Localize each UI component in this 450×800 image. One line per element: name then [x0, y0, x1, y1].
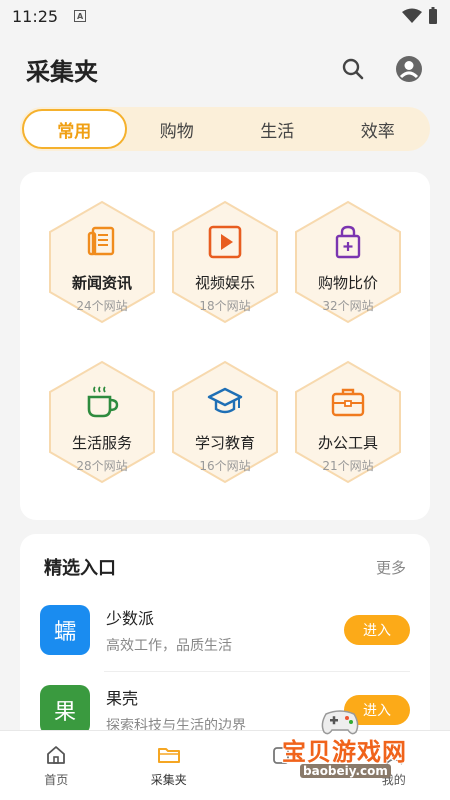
- nav-label: 首页: [44, 773, 69, 787]
- shopping-bag-icon: [335, 225, 361, 259]
- category-life[interactable]: 生活服务 28个网站: [48, 360, 156, 484]
- wifi-icon: [402, 8, 422, 23]
- nav-label: 采集夹: [150, 773, 187, 787]
- page-title: 采集夹: [26, 57, 98, 86]
- site-text: 少数派 高效工作，品质生活: [106, 605, 232, 655]
- search-icon[interactable]: [338, 54, 368, 84]
- status-bar: 11:25 A: [0, 0, 450, 32]
- notification-icon: A: [74, 10, 87, 22]
- folder-icon: [157, 748, 180, 763]
- category-tabs: 常用 购物 生活 效率: [20, 107, 430, 151]
- status-right: [402, 7, 438, 25]
- nav-collection[interactable]: 采集夹: [113, 731, 226, 800]
- divider: [104, 671, 410, 672]
- category-shopping[interactable]: 购物比价 32个网站: [294, 200, 402, 324]
- home-icon: [47, 746, 66, 764]
- category-video[interactable]: 视频娱乐 18个网站: [171, 200, 279, 324]
- more-link[interactable]: 更多: [376, 557, 406, 578]
- category-count: 28个网站: [76, 459, 128, 473]
- category-count: 18个网站: [199, 299, 251, 313]
- featured-title: 精选入口: [44, 558, 116, 579]
- featured-header: 精选入口 更多: [44, 554, 406, 580]
- briefcase-icon: [331, 388, 365, 417]
- enter-button[interactable]: 进入: [344, 615, 410, 645]
- category-name: 购物比价: [317, 274, 378, 292]
- tab-shenghuo[interactable]: 生活: [227, 109, 328, 149]
- site-desc: 高效工作，品质生活: [106, 638, 232, 654]
- category-count: 24个网站: [76, 299, 128, 313]
- category-name: 办公工具: [317, 434, 378, 452]
- category-grid-card: 新闻资讯 24个网站 视频娱乐 18个网站 购物比价 32个网站 生活服务 28…: [20, 172, 430, 520]
- watermark: 宝贝游戏网 baobeiy.com: [270, 704, 430, 784]
- tab-xiaolv[interactable]: 效率: [328, 109, 429, 149]
- graduation-cap-icon: [207, 387, 243, 414]
- site-name: 果壳: [106, 689, 139, 708]
- category-count: 32个网站: [322, 299, 374, 313]
- category-count: 21个网站: [322, 459, 374, 473]
- site-text: 果壳 探索科技与生活的边界: [106, 685, 246, 735]
- watermark-url: baobeiy.com: [300, 764, 391, 778]
- category-news[interactable]: 新闻资讯 24个网站: [48, 200, 156, 324]
- category-name: 视频娱乐: [194, 274, 255, 292]
- tab-gouwu[interactable]: 购物: [127, 109, 228, 149]
- category-name: 新闻资讯: [71, 274, 132, 292]
- watermark-text: 宝贝游戏网: [282, 738, 407, 766]
- play-video-icon: [208, 225, 242, 259]
- battery-icon: [429, 7, 437, 24]
- site-name: 少数派: [106, 609, 155, 628]
- status-time: 11:25: [12, 6, 59, 26]
- newspaper-icon: [87, 226, 115, 256]
- tab-changyong[interactable]: 常用: [22, 109, 127, 149]
- coffee-cup-icon: [87, 386, 119, 418]
- nav-home[interactable]: 首页: [0, 731, 113, 800]
- category-count: 16个网站: [199, 459, 251, 473]
- list-item[interactable]: 蠕 少数派 高效工作，品质生活 进入: [40, 600, 410, 660]
- category-name: 学习教育: [194, 434, 255, 452]
- app-header: 采集夹: [0, 40, 450, 98]
- header-actions: [338, 54, 424, 84]
- category-office[interactable]: 办公工具 21个网站: [294, 360, 402, 484]
- account-circle-icon[interactable]: [394, 54, 424, 84]
- category-education[interactable]: 学习教育 16个网站: [171, 360, 279, 484]
- site-logo: 蠕: [40, 605, 90, 655]
- site-logo: 果: [40, 685, 90, 735]
- category-name: 生活服务: [71, 434, 132, 452]
